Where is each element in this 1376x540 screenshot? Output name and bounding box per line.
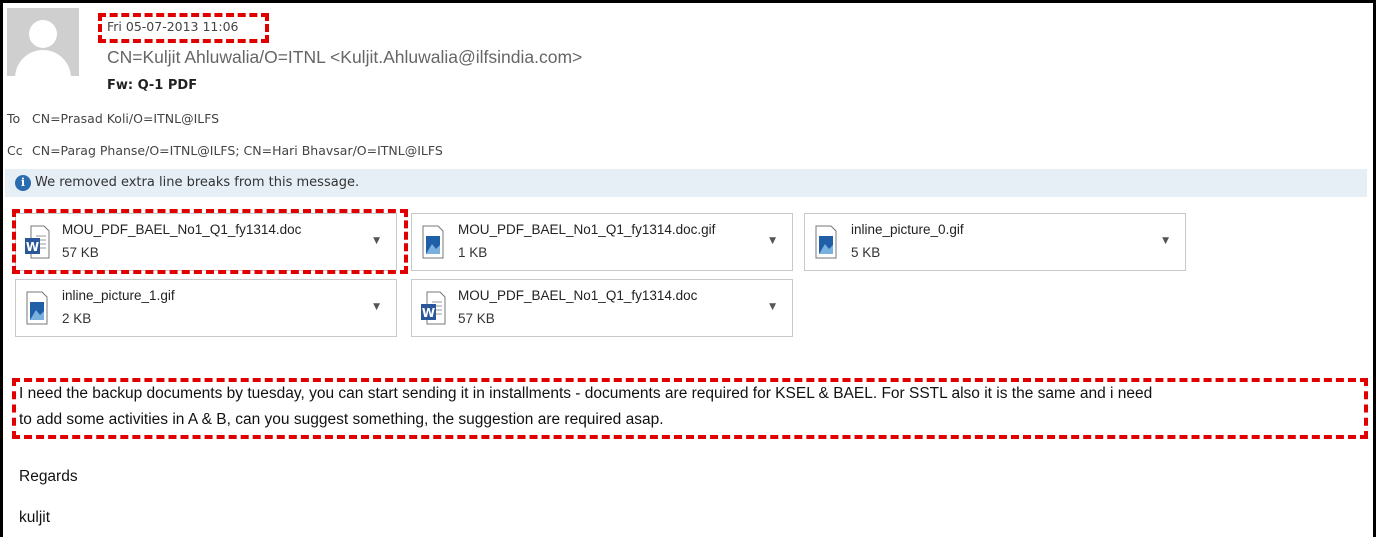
to-row: To CN=Prasad Koli/O=ITNL@ILFS [7,111,219,126]
chevron-down-icon[interactable]: ▼ [769,236,776,246]
chevron-down-icon[interactable]: ▼ [373,302,380,312]
cc-row: Cc CN=Parag Phanse/O=ITNL@ILFS; CN=Hari … [7,143,443,158]
attachment-name: inline_picture_0.gif [851,222,964,237]
body-regards: Regards [19,468,78,485]
highlight-attachment [12,209,408,274]
to-label: To [7,111,21,126]
body-signature: kuljit [19,509,51,526]
image-file-icon [420,225,446,259]
attachment-size: 5 KB [851,245,881,260]
attachment-item[interactable]: inline_picture_1.gif 2 KB ▼ [15,279,397,337]
cc-recipients[interactable]: CN=Parag Phanse/O=ITNL@ILFS; CN=Hari Bha… [32,143,443,158]
cc-label: Cc [7,143,23,158]
attachment-name: MOU_PDF_BAEL_No1_Q1_fy1314.doc [458,288,698,303]
sender-name[interactable]: CN=Kuljit Ahluwalia/O=ITNL <Kuljit.Ahluw… [107,47,582,68]
highlight-date [98,13,269,43]
word-document-icon: W [420,291,446,325]
message-subject: Fw: Q-1 PDF [107,78,198,93]
image-file-icon [24,291,50,325]
sender-avatar [7,8,79,76]
svg-text:W: W [422,306,435,320]
attachment-name: MOU_PDF_BAEL_No1_Q1_fy1314.doc.gif [458,222,716,237]
attachment-size: 57 KB [458,311,495,326]
attachment-size: 1 KB [458,245,488,260]
info-bar: i We removed extra line breaks from this… [5,169,1367,197]
email-reading-pane: Fri 05-07-2013 11:06 CN=Kuljit Ahluwalia… [0,0,1376,537]
info-icon: i [15,175,31,191]
attachment-item[interactable]: W MOU_PDF_BAEL_No1_Q1_fy1314.doc 57 KB ▼ [411,279,793,337]
highlight-body [12,378,1368,439]
attachment-item[interactable]: MOU_PDF_BAEL_No1_Q1_fy1314.doc.gif 1 KB … [411,213,793,271]
attachment-item[interactable]: inline_picture_0.gif 5 KB ▼ [804,213,1186,271]
image-file-icon [813,225,839,259]
info-bar-text: We removed extra line breaks from this m… [35,175,360,190]
to-recipients[interactable]: CN=Prasad Koli/O=ITNL@ILFS [32,111,219,126]
attachment-size: 2 KB [62,311,92,326]
chevron-down-icon[interactable]: ▼ [1162,236,1169,246]
chevron-down-icon[interactable]: ▼ [769,302,776,312]
attachment-name: inline_picture_1.gif [62,288,175,303]
